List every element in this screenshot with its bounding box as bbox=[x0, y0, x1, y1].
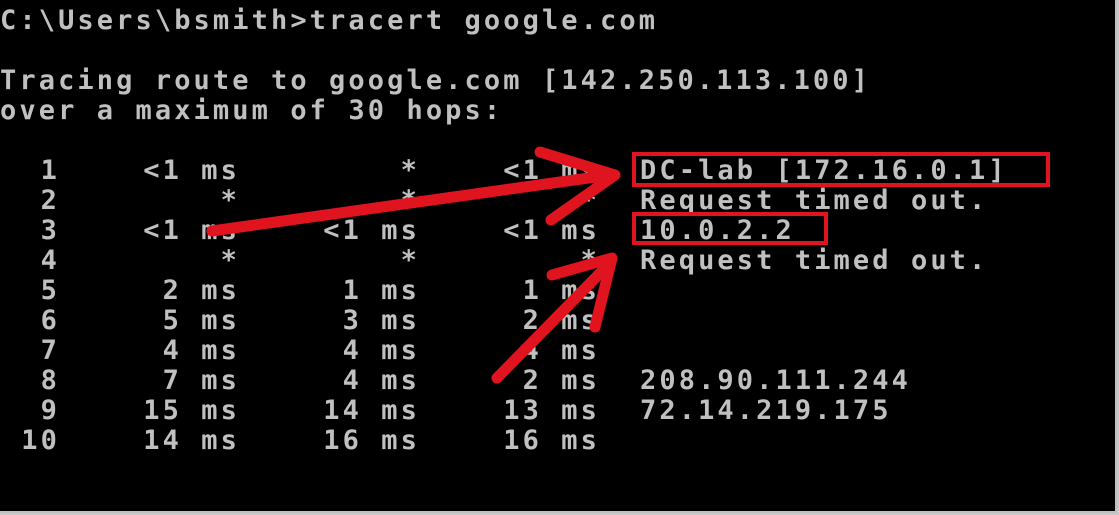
hop-row: 7 4 ms 4 ms 4 ms bbox=[0, 336, 1115, 366]
hop-number: 9 bbox=[40, 395, 60, 426]
hop-row: 3 <1 ms <1 ms <1 ms 10.0.2.2 bbox=[0, 216, 1115, 246]
hop-row: 5 2 ms 1 ms 1 ms bbox=[0, 276, 1115, 306]
hop-row: 8 7 ms 4 ms 2 ms 208.90.111.244 bbox=[0, 366, 1115, 396]
highlight-box-10-0-2-2 bbox=[632, 212, 828, 245]
rtt-1: <1 ms bbox=[143, 215, 240, 246]
rtt-1: 4 ms bbox=[162, 335, 240, 366]
hop-number: 7 bbox=[40, 335, 60, 366]
rtt-3: 2 ms bbox=[522, 365, 600, 396]
rtt-1: * bbox=[220, 245, 240, 276]
rtt-3: 1 ms bbox=[522, 275, 600, 306]
rtt-3: <1 ms bbox=[503, 215, 600, 246]
hop-row: 10 14 ms 16 ms 16 ms bbox=[0, 426, 1115, 456]
hop-host: 208.90.111.244 bbox=[640, 365, 911, 396]
hop-number: 1 bbox=[40, 155, 60, 186]
hop-row: 2 * * * Request timed out. bbox=[0, 186, 1115, 216]
command-prompt-window[interactable]: C:\Users\bsmith>tracert google.com Traci… bbox=[0, 0, 1117, 513]
rtt-3: * bbox=[580, 185, 600, 216]
rtt-2: 14 ms bbox=[323, 395, 420, 426]
rtt-3: 2 ms bbox=[522, 305, 600, 336]
rtt-3: 16 ms bbox=[503, 425, 600, 456]
rtt-1: 2 ms bbox=[162, 275, 240, 306]
hop-number: 6 bbox=[40, 305, 60, 336]
rtt-2: 4 ms bbox=[342, 365, 420, 396]
hop-number: 2 bbox=[40, 185, 60, 216]
hop-number: 10 bbox=[21, 425, 60, 456]
rtt-2: 4 ms bbox=[342, 335, 420, 366]
rtt-2: 1 ms bbox=[342, 275, 420, 306]
hop-host: Request timed out. bbox=[640, 245, 989, 276]
hop-number: 5 bbox=[40, 275, 60, 306]
rtt-2: 16 ms bbox=[323, 425, 420, 456]
hop-row: 6 5 ms 3 ms 2 ms bbox=[0, 306, 1115, 336]
hop-number: 4 bbox=[40, 245, 60, 276]
hop-number: 8 bbox=[40, 365, 60, 396]
rtt-1: 14 ms bbox=[143, 425, 240, 456]
hop-row: 9 15 ms 14 ms 13 ms 72.14.219.175 bbox=[0, 396, 1115, 426]
rtt-3: 13 ms bbox=[503, 395, 600, 426]
hop-number: 3 bbox=[40, 215, 60, 246]
rtt-2: 3 ms bbox=[342, 305, 420, 336]
hop-host: 72.14.219.175 bbox=[640, 395, 892, 426]
rtt-1: 15 ms bbox=[143, 395, 240, 426]
hop-row: 4 * * * Request timed out. bbox=[0, 246, 1115, 276]
rtt-1: <1 ms bbox=[143, 155, 240, 186]
highlight-box-dc-lab bbox=[632, 152, 1050, 187]
rtt-3: 4 ms bbox=[522, 335, 600, 366]
rtt-1: 7 ms bbox=[162, 365, 240, 396]
trace-header: Tracing route to google.com [142.250.113… bbox=[0, 65, 871, 96]
rtt-2: * bbox=[400, 155, 420, 186]
rtt-3: * bbox=[580, 245, 600, 276]
rtt-2: * bbox=[400, 245, 420, 276]
rtt-2: <1 ms bbox=[323, 215, 420, 246]
rtt-3: <1 ms bbox=[503, 155, 600, 186]
command-line: C:\Users\bsmith>tracert google.com bbox=[0, 5, 659, 36]
rtt-1: 5 ms bbox=[162, 305, 240, 336]
max-hops-line: over a maximum of 30 hops: bbox=[0, 95, 504, 126]
rtt-2: * bbox=[400, 185, 420, 216]
rtt-1: * bbox=[220, 185, 240, 216]
